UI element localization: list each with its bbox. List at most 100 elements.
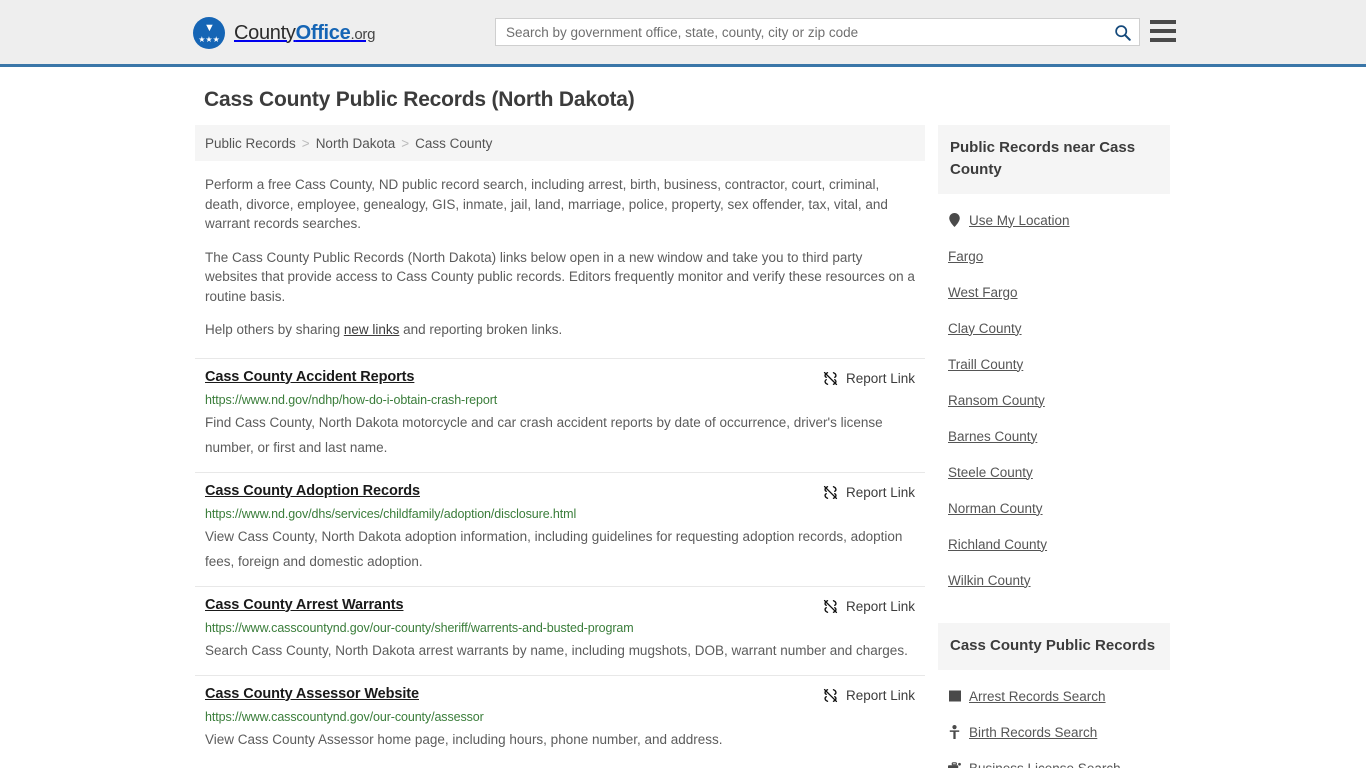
report-link-button[interactable]: Report Link <box>822 483 915 501</box>
nearby-location-item[interactable]: Wilkin County <box>938 562 1170 598</box>
fingerprint-card-icon <box>948 690 961 702</box>
menu-bar-1 <box>1150 20 1176 24</box>
page-title: Cass County Public Records (North Dakota… <box>204 88 635 111</box>
nearby-location-link[interactable]: Ransom County <box>948 393 1045 408</box>
nearby-location-item[interactable]: Clay County <box>938 310 1170 346</box>
record-title-link[interactable]: Cass County Accident Reports <box>205 369 414 385</box>
broken-link-icon <box>823 599 838 613</box>
intro-section: Perform a free Cass County, ND public re… <box>195 175 925 340</box>
report-link-button[interactable]: Report Link <box>822 686 915 704</box>
nearby-location-link[interactable]: Richland County <box>948 537 1047 552</box>
nearby-location-link[interactable]: Wilkin County <box>948 573 1031 588</box>
nearby-location-link[interactable]: Traill County <box>948 357 1023 372</box>
brand-text-office: Office <box>295 21 351 44</box>
nearby-location-item[interactable]: Use My Location <box>938 202 1170 238</box>
public-records-near-title: Public Records near Cass County <box>938 125 1170 194</box>
nearby-location-item[interactable]: Fargo <box>938 238 1170 274</box>
search-bar[interactable] <box>495 18 1140 46</box>
public-records-near-box: Public Records near Cass County Use My L… <box>938 125 1170 598</box>
report-link-label: Report Link <box>845 370 915 386</box>
nearby-location-link[interactable]: Steele County <box>948 465 1033 480</box>
cass-county-public-records-title: Cass County Public Records <box>938 623 1170 670</box>
record-header: Cass County Arrest Warrants Report Link <box>205 597 915 615</box>
record-url: https://www.nd.gov/dhs/services/childfam… <box>205 506 577 521</box>
share-text-after: and reporting broken links. <box>399 322 563 337</box>
record-title-link[interactable]: Cass County Adoption Records <box>205 483 420 499</box>
nearby-location-item[interactable]: West Fargo <box>938 274 1170 310</box>
site-header: ▼ ★★★ CountyOffice.org <box>0 0 1366 67</box>
record-url: https://www.casscountynd.gov/our-county/… <box>205 709 484 724</box>
sidebar: Public Records near Cass County Use My L… <box>938 125 1170 768</box>
nearby-location-link[interactable]: Barnes County <box>948 429 1037 444</box>
broken-link-icon <box>823 485 838 499</box>
nearby-location-item[interactable]: Steele County <box>938 454 1170 490</box>
menu-bar-2 <box>1150 29 1176 33</box>
record-type-link[interactable]: Birth Records Search <box>969 725 1097 740</box>
broken-link-icon <box>823 371 838 385</box>
nearby-location-item[interactable]: Barnes County <box>938 418 1170 454</box>
county-office-emblem-icon: ▼ ★★★ <box>193 17 225 49</box>
share-text-before: Help others by sharing <box>205 322 344 337</box>
record-row: Cass County Accident Reports Report Link h… <box>195 357 925 472</box>
breadcrumb-item-public-records[interactable]: Public Records <box>205 136 296 151</box>
hamburger-menu-button[interactable] <box>1150 20 1176 42</box>
record-url: https://www.casscountynd.gov/our-county/… <box>205 620 634 635</box>
record-type-item[interactable]: Business License Search <box>938 750 1170 768</box>
eagle-wing-icon: ▼ <box>204 22 215 34</box>
map-pin-icon <box>948 213 961 227</box>
nearby-location-link[interactable]: Use My Location <box>969 213 1070 228</box>
record-type-item[interactable]: Arrest Records Search <box>938 678 1170 714</box>
brand-text-county: County <box>234 21 296 44</box>
record-header: Cass County Adoption Records Report Link <box>205 483 915 501</box>
site-logo[interactable]: ▼ ★★★ CountyOffice.org <box>193 17 375 49</box>
record-type-link[interactable]: Arrest Records Search <box>969 689 1106 704</box>
brand-wordmark: CountyOffice.org <box>234 22 375 45</box>
report-link-label: Report Link <box>845 484 915 500</box>
record-description: View Cass County, North Dakota adoption … <box>205 528 903 569</box>
record-title-link[interactable]: Cass County Arrest Warrants <box>205 597 404 613</box>
nearby-location-link[interactable]: Fargo <box>948 249 983 264</box>
nearby-location-item[interactable]: Traill County <box>938 346 1170 382</box>
record-type-list: Arrest Records Search Birth Records Searc… <box>938 670 1170 768</box>
record-row: Cass County Assessor Website Report Link h… <box>195 674 925 764</box>
report-link-label: Report Link <box>845 598 915 614</box>
main-content: Public Records > North Dakota > Cass Cou… <box>195 125 925 764</box>
broken-link-icon <box>823 688 838 702</box>
record-header: Cass County Assessor Website Report Link <box>205 686 915 704</box>
breadcrumb-item-north-dakota[interactable]: North Dakota <box>316 136 396 151</box>
cass-county-public-records-box: Cass County Public Records Arrest Record… <box>938 623 1170 768</box>
nearby-location-link[interactable]: West Fargo <box>948 285 1018 300</box>
record-row: Cass County Arrest Warrants Report Link ht… <box>195 585 925 675</box>
search-input[interactable] <box>496 19 1105 45</box>
record-type-link[interactable]: Business License Search <box>969 761 1121 768</box>
intro-paragraph-3: Help others by sharing new links and rep… <box>205 320 915 340</box>
record-description: Find Cass County, North Dakota motorcycl… <box>205 414 883 455</box>
nearby-location-link[interactable]: Norman County <box>948 501 1043 516</box>
records-list: Cass County Accident Reports Report Link h… <box>195 357 925 764</box>
intro-paragraph-1: Perform a free Cass County, ND public re… <box>205 177 888 231</box>
report-link-button[interactable]: Report Link <box>822 597 915 615</box>
breadcrumb-separator-1: > <box>301 135 310 151</box>
record-header: Cass County Accident Reports Report Link <box>205 369 915 387</box>
record-row: Cass County Adoption Records Report Link h… <box>195 471 925 586</box>
intro-paragraph-2: The Cass County Public Records (North Da… <box>205 249 915 304</box>
nearby-locations-list: Use My Location Fargo West Fargo Clay Count… <box>938 194 1170 598</box>
report-link-label: Report Link <box>845 687 915 703</box>
nearby-location-item[interactable]: Richland County <box>938 526 1170 562</box>
new-links-link[interactable]: new links <box>344 322 400 337</box>
breadcrumb-separator-2: > <box>401 135 410 151</box>
record-description: View Cass County Assessor home page, inc… <box>205 731 723 747</box>
record-title-link[interactable]: Cass County Assessor Website <box>205 686 419 702</box>
breadcrumb: Public Records > North Dakota > Cass Cou… <box>195 125 925 161</box>
record-description: Search Cass County, North Dakota arrest … <box>205 642 908 658</box>
report-link-button[interactable]: Report Link <box>822 369 915 387</box>
search-icon <box>1114 24 1131 41</box>
briefcase-icon <box>948 762 961 768</box>
nearby-location-item[interactable]: Ransom County <box>938 382 1170 418</box>
record-type-item[interactable]: Birth Records Search <box>938 714 1170 750</box>
baby-icon <box>948 725 961 739</box>
nearby-location-item[interactable]: Norman County <box>938 490 1170 526</box>
nearby-location-link[interactable]: Clay County <box>948 321 1022 336</box>
brand-text-tld: .org <box>350 25 376 43</box>
search-button[interactable] <box>1105 19 1139 45</box>
